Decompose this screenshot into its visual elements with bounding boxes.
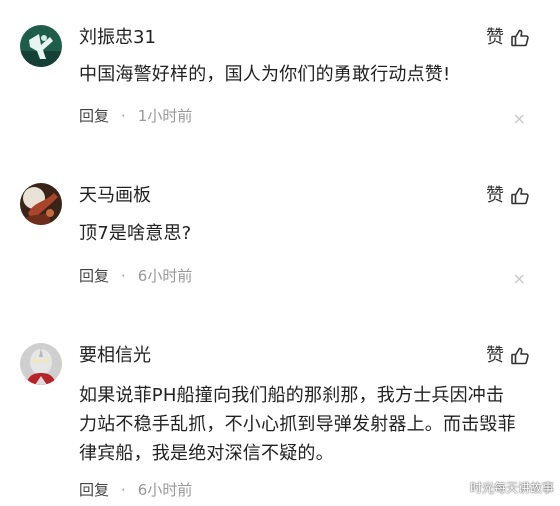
- comment-text: 如果说菲PH船撞向我们船的那刹那，我方士兵因冲击力站不稳手乱抓，不小心抓到导弹发…: [79, 385, 516, 464]
- like-button[interactable]: 赞: [486, 345, 530, 367]
- comment-time: 1小时前: [137, 107, 193, 125]
- comment-username[interactable]: 刘振忠31: [79, 27, 156, 49]
- watermark: 时光每天讲故事: [469, 481, 554, 495]
- comment-item: 天马画板 赞 顶7是啥意思? 回复 · 6小时前 ×: [0, 160, 560, 320]
- comment-item: 刘振忠31 赞 中国海警好样的，国人为你们的勇敢行动点赞! 回复 · 1小时前 …: [0, 0, 560, 160]
- comment-text: 顶7是啥意思?: [79, 223, 192, 244]
- comment-username[interactable]: 要相信光: [79, 345, 151, 367]
- reply-button[interactable]: 回复: [79, 266, 109, 286]
- thumbs-up-icon: [510, 186, 530, 206]
- meta-separator: ·: [121, 107, 126, 125]
- like-button[interactable]: 赞: [486, 185, 530, 207]
- thumbs-up-icon: [510, 28, 530, 48]
- avatar[interactable]: [20, 183, 62, 225]
- like-label: 赞: [486, 345, 504, 366]
- comment-username[interactable]: 天马画板: [79, 185, 151, 207]
- reply-button[interactable]: 回复: [79, 480, 109, 500]
- like-label: 赞: [486, 185, 504, 206]
- meta-separator: ·: [121, 481, 126, 499]
- meta-separator: ·: [121, 267, 126, 285]
- like-label: 赞: [486, 27, 504, 48]
- comment-meta: 回复 · 6小时前: [79, 266, 192, 286]
- close-icon[interactable]: ×: [513, 111, 526, 127]
- avatar[interactable]: [20, 343, 62, 385]
- thumbs-up-icon: [510, 346, 530, 366]
- close-icon[interactable]: ×: [513, 271, 526, 287]
- like-button[interactable]: 赞: [486, 27, 530, 49]
- comment-time: 6小时前: [137, 481, 193, 499]
- comment-meta: 回复 · 6小时前: [79, 480, 192, 500]
- comment-text: 中国海警好样的，国人为你们的勇敢行动点赞!: [79, 64, 451, 85]
- avatar[interactable]: [20, 25, 62, 67]
- comment-time: 6小时前: [137, 267, 193, 285]
- reply-button[interactable]: 回复: [79, 106, 109, 126]
- comment-meta: 回复 · 1小时前: [79, 106, 192, 126]
